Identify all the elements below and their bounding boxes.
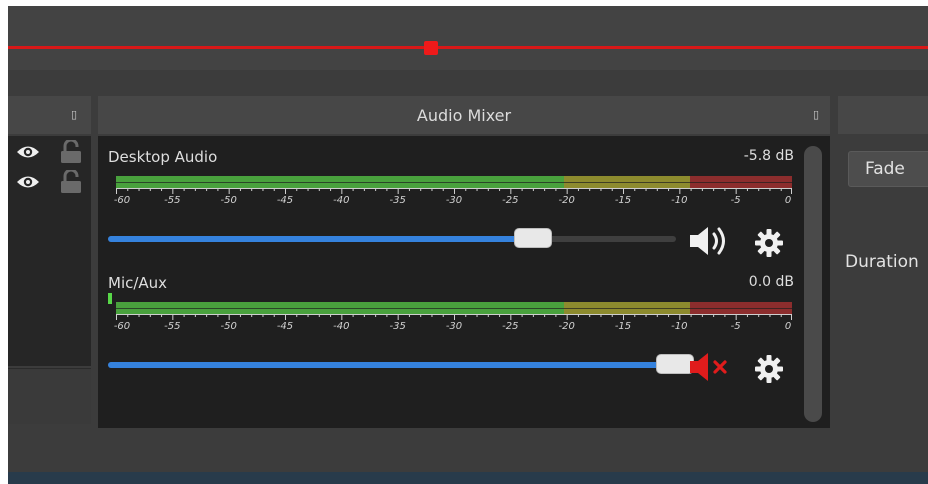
mixer-scrollbar[interactable] (804, 146, 822, 422)
scene-transitions-dock: Fade Duration (838, 96, 928, 436)
tick-label: -50 (220, 321, 237, 332)
sources-dock-title: ▯ (8, 96, 91, 134)
tick-label: -30 (445, 321, 463, 332)
volume-meter (116, 302, 792, 314)
sources-dock: ▯ (8, 96, 91, 426)
channel-db-level: 0.0 dB (748, 274, 794, 290)
sources-list (8, 136, 91, 366)
eye-icon[interactable] (16, 173, 40, 191)
tick-label: 0 (784, 195, 792, 206)
audio-mixer-title: Audio Mixer (416, 105, 512, 125)
eye-icon[interactable] (16, 143, 40, 161)
channel-db-level: -5.8 dB (743, 148, 794, 164)
tick-label: -30 (445, 195, 463, 206)
tick-label: -55 (164, 195, 181, 206)
tick-label: -60 (113, 195, 131, 206)
scene-transitions-title-bar (838, 96, 928, 134)
timeline-track[interactable] (8, 46, 928, 49)
tick-label: -60 (113, 321, 131, 332)
gear-icon[interactable] (754, 228, 784, 258)
tick-label: -5 (730, 321, 741, 332)
volume-meter (116, 176, 792, 188)
speaker-muted-icon[interactable] (688, 350, 734, 384)
transition-select[interactable]: Fade (848, 151, 928, 187)
unlocked-padlock-icon[interactable] (60, 140, 82, 164)
tick-label: -50 (220, 195, 237, 206)
timeline-handle[interactable] (424, 41, 438, 55)
status-bar (8, 472, 928, 484)
gear-icon[interactable] (754, 354, 784, 384)
tick-label: 0 (784, 321, 792, 332)
duration-label: Duration (845, 252, 919, 272)
volume-slider-track[interactable] (108, 236, 676, 242)
tick-label: -40 (333, 321, 350, 332)
mixer-channel-desktop-audio: Desktop Audio -5.8 dB -60 -55 -50 -45 -40 -35… (98, 148, 808, 268)
audio-mixer-body: Desktop Audio -5.8 dB -60 -55 -50 -45 -40 -35… (98, 136, 830, 428)
obs-window: ▯ Audio Mixer ▯ Desktop Audio -5.8 dB -6… (8, 6, 928, 484)
tick-label: -15 (614, 321, 632, 332)
float-icon[interactable]: ▯ (68, 109, 80, 121)
source-row[interactable] (8, 168, 91, 198)
timeline-bar (8, 6, 928, 70)
source-row[interactable] (8, 138, 91, 168)
volume-slider-track[interactable] (108, 362, 676, 368)
volume-slider-handle[interactable] (514, 228, 552, 248)
channel-name: Mic/Aux (108, 274, 168, 292)
tick-label: -20 (558, 321, 575, 332)
tick-label: -35 (389, 321, 406, 332)
sources-toolbar (8, 368, 91, 424)
tick-label: -10 (671, 321, 688, 332)
tick-label: -15 (614, 195, 632, 206)
tick-label: -25 (502, 195, 519, 206)
speaker-volume-icon[interactable] (688, 224, 734, 258)
tick-label: -40 (333, 195, 350, 206)
tick-label: -45 (276, 321, 294, 332)
audio-mixer-title-bar: Audio Mixer ▯ (98, 96, 830, 134)
tick-label: -35 (389, 195, 406, 206)
audio-mixer-dock: Audio Mixer ▯ Desktop Audio -5.8 dB -60 -… (98, 96, 830, 428)
tick-label: -5 (730, 195, 741, 206)
channel-name: Desktop Audio (108, 148, 218, 166)
mixer-channel-mic-aux: Mic/Aux 0.0 dB -60 -55 -50 -45 -40 -35 -30 -25-… (98, 274, 808, 394)
tick-label: -25 (502, 321, 519, 332)
tick-label: -20 (558, 195, 575, 206)
tick-label: -45 (276, 195, 294, 206)
volume-slider-fill (108, 362, 675, 368)
tick-label: -10 (671, 195, 688, 206)
volume-slider-fill (108, 236, 533, 242)
peak-indicator (108, 293, 112, 304)
float-icon[interactable]: ▯ (810, 109, 822, 121)
unlocked-padlock-icon[interactable] (60, 170, 82, 194)
tick-label: -55 (164, 321, 181, 332)
